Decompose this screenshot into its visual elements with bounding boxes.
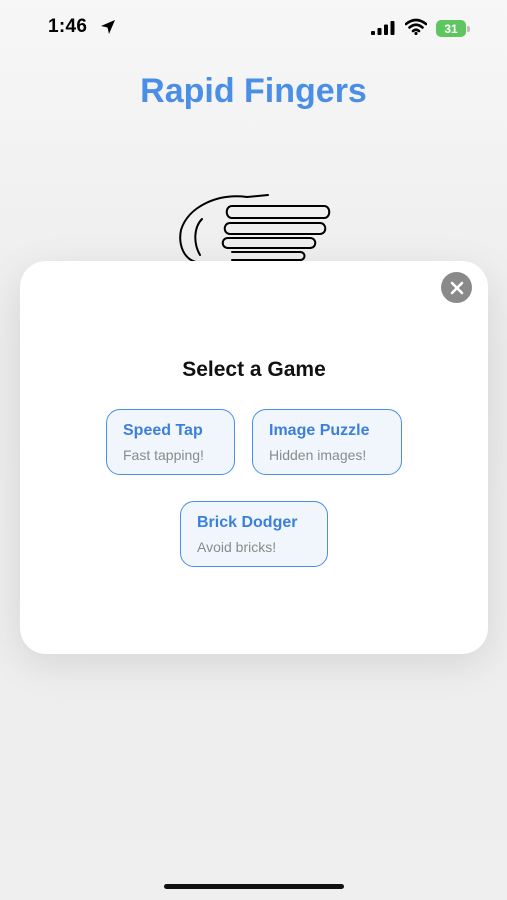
app-title: Rapid Fingers <box>140 72 367 110</box>
brick-dodger-button[interactable]: Brick Dodger Avoid bricks! <box>180 501 328 567</box>
game-description: Avoid bricks! <box>197 539 277 555</box>
image-puzzle-button[interactable]: Image Puzzle Hidden images! <box>252 409 402 475</box>
speed-tap-button[interactable]: Speed Tap Fast tapping! <box>106 409 235 475</box>
home-indicator[interactable] <box>164 884 344 889</box>
modal-title: Select a Game <box>182 358 326 381</box>
battery-cap <box>467 26 470 32</box>
tapping-hand-icon <box>172 185 337 270</box>
battery-charging-icon: 31 <box>436 20 470 37</box>
game-name: Brick Dodger <box>197 514 298 531</box>
close-button[interactable] <box>441 272 472 303</box>
status-bar: 1:46 31 <box>0 0 507 56</box>
game-name: Image Puzzle <box>269 422 370 439</box>
wifi-icon <box>404 18 428 40</box>
close-icon <box>450 281 463 294</box>
cellular-signal-icon <box>371 21 396 40</box>
location-arrow-icon <box>100 19 116 40</box>
battery-level: 31 <box>436 20 466 37</box>
game-description: Fast tapping! <box>123 447 204 463</box>
game-select-modal: Select a Game Speed Tap Fast tapping! Im… <box>20 261 488 654</box>
game-name: Speed Tap <box>123 422 203 439</box>
game-description: Hidden images! <box>269 447 367 463</box>
status-time: 1:46 <box>48 16 88 37</box>
